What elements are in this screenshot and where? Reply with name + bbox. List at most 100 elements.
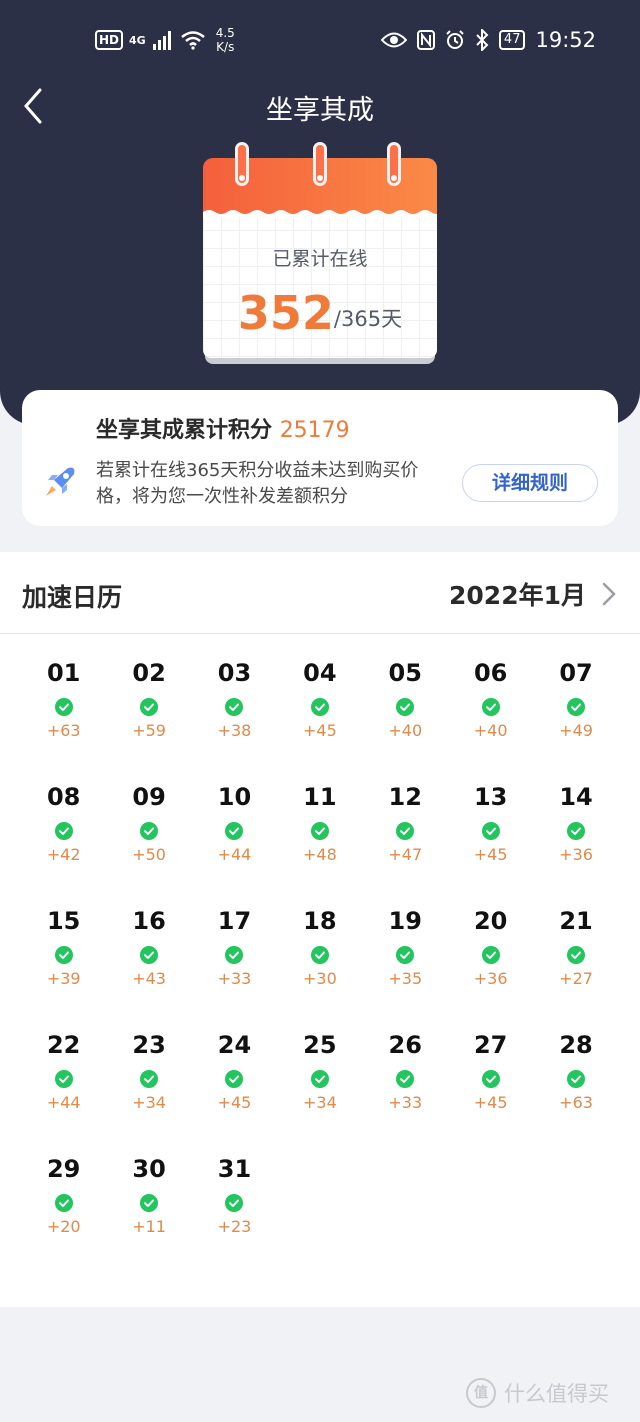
day-number: 04 <box>303 659 337 687</box>
day-cell[interactable]: 13 +45 <box>448 782 533 865</box>
day-cell[interactable]: 19 +35 <box>363 906 448 989</box>
day-points: +35 <box>388 969 423 988</box>
day-cell[interactable]: 30 +11 <box>106 1154 191 1237</box>
day-cell[interactable]: 15 +39 <box>21 906 106 989</box>
day-cell[interactable]: 28 +63 <box>533 1030 618 1113</box>
online-label: 已累计在线 <box>272 248 368 270</box>
check-circle-icon <box>225 946 244 964</box>
day-points: +33 <box>217 969 252 988</box>
check-circle-icon <box>310 698 329 716</box>
day-cell[interactable]: 17 +33 <box>192 906 277 989</box>
day-points: +63 <box>559 1093 593 1112</box>
check-circle-icon <box>310 822 329 840</box>
month-selector[interactable]: 2022年1月 <box>449 576 616 612</box>
day-points: +40 <box>473 721 508 740</box>
check-circle-icon <box>481 698 500 716</box>
check-circle-icon <box>54 1070 73 1088</box>
day-number: 03 <box>217 659 252 687</box>
day-points: +40 <box>388 721 423 740</box>
day-points: +45 <box>473 1093 508 1112</box>
signal-icon <box>152 31 171 50</box>
day-cell[interactable]: 06 +40 <box>448 658 533 741</box>
day-cell[interactable]: 11 +48 <box>277 782 362 865</box>
speed-value: 4.5 <box>215 26 235 40</box>
day-cell[interactable]: 21 +27 <box>533 906 618 989</box>
calendar-header: 加速日历 2022年1月 <box>0 552 640 634</box>
day-cell[interactable]: 14 +36 <box>533 782 618 865</box>
day-cell[interactable]: 29 +20 <box>21 1154 106 1237</box>
check-circle-icon <box>567 1070 586 1088</box>
day-points: +48 <box>302 845 337 864</box>
day-points: +39 <box>46 969 81 988</box>
day-cell[interactable]: 12 +47 <box>363 782 448 865</box>
calendar-ring-icon <box>313 142 327 186</box>
day-cell[interactable]: 09 +50 <box>106 782 191 865</box>
nfc-icon <box>416 30 435 50</box>
day-cell[interactable]: 20 +36 <box>448 906 533 989</box>
online-days-count: 352/365天 <box>203 286 437 340</box>
points-value: 25179 <box>279 418 350 443</box>
detailed-rules-button[interactable]: 详细规则 <box>462 464 598 502</box>
check-circle-icon <box>140 946 159 964</box>
calendar-title: 加速日历 <box>22 583 123 612</box>
day-points: +49 <box>559 721 593 740</box>
day-number: 07 <box>559 659 593 687</box>
compensation-description: 若累计在线365天积分收益未达到购买价格，将为您一次性补发差额积分 <box>96 460 419 507</box>
check-circle-icon <box>567 698 586 716</box>
check-circle-icon <box>396 698 415 716</box>
day-points: +34 <box>302 1093 337 1112</box>
day-points: +63 <box>46 721 81 740</box>
hd-badge: HD <box>95 30 124 50</box>
day-points: +34 <box>132 1093 166 1112</box>
day-cell[interactable]: 04 +45 <box>277 658 362 741</box>
chevron-right-icon <box>602 582 616 606</box>
check-circle-icon <box>481 822 500 840</box>
day-cell[interactable]: 08 +42 <box>21 782 106 865</box>
day-points: +45 <box>473 845 508 864</box>
day-cell[interactable]: 18 +30 <box>277 906 362 989</box>
network-speed: 4.5 K/s <box>216 26 235 54</box>
watermark-text: 什么值得买 <box>504 1382 609 1406</box>
day-number: 14 <box>559 783 593 811</box>
days-total: /365天 <box>333 307 403 331</box>
day-cell[interactable]: 24 +45 <box>192 1030 277 1113</box>
check-circle-icon <box>396 1070 415 1088</box>
day-cell[interactable]: 07 +49 <box>533 658 618 741</box>
day-cell[interactable]: 16 +43 <box>106 906 191 989</box>
day-number: 25 <box>303 1031 337 1059</box>
day-cell[interactable]: 05 +40 <box>363 658 448 741</box>
day-cell[interactable]: 02 +59 <box>106 658 191 741</box>
status-right: 47 19:52 <box>380 28 596 52</box>
day-points: +30 <box>302 969 337 988</box>
day-points: +44 <box>46 1093 81 1112</box>
day-points: +36 <box>559 845 593 864</box>
day-points: +47 <box>388 845 423 864</box>
day-number: 06 <box>473 659 508 687</box>
eye-icon <box>380 32 407 48</box>
day-cell[interactable]: 31 +23 <box>192 1154 277 1237</box>
day-number: 16 <box>132 907 166 935</box>
day-number: 20 <box>473 907 508 935</box>
day-cell[interactable]: 03 +38 <box>192 658 277 741</box>
speed-unit: K/s <box>216 40 235 54</box>
day-cell[interactable]: 23 +34 <box>106 1030 191 1113</box>
month-label: 2022年1月 <box>449 581 586 610</box>
day-cell[interactable]: 25 +34 <box>277 1030 362 1113</box>
check-circle-icon <box>225 1070 244 1088</box>
day-cell[interactable]: 26 +33 <box>363 1030 448 1113</box>
day-cell[interactable]: 01 +63 <box>21 658 106 741</box>
check-circle-icon <box>140 1194 159 1212</box>
rocket-icon <box>46 467 75 496</box>
calendar-card-top <box>203 142 437 214</box>
day-points: +33 <box>388 1093 423 1112</box>
days-online-value: 352 <box>237 286 334 340</box>
day-points: +42 <box>46 845 81 864</box>
day-cell[interactable]: 27 +45 <box>448 1030 533 1113</box>
day-cell[interactable]: 22 +44 <box>21 1030 106 1113</box>
day-number: 18 <box>303 907 337 935</box>
day-number: 29 <box>46 1155 81 1183</box>
check-circle-icon <box>140 1070 159 1088</box>
day-points: +44 <box>217 845 252 864</box>
day-number: 31 <box>217 1155 252 1183</box>
day-cell[interactable]: 10 +44 <box>192 782 277 865</box>
